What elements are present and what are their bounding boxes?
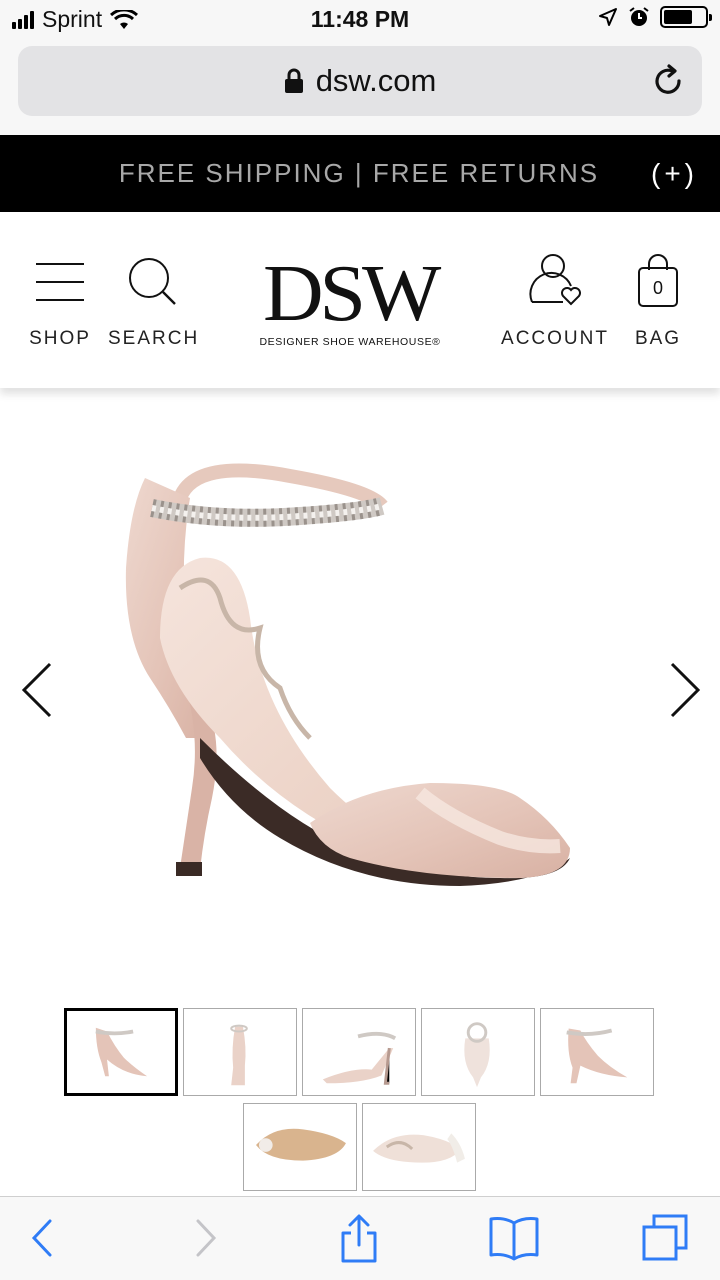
battery-icon	[660, 6, 712, 28]
dsw-logo[interactable]: DSW DESIGNER SHOE WAREHOUSE®	[257, 254, 443, 348]
thumbnail-7[interactable]	[362, 1103, 476, 1191]
browser-toolbar: dsw.com	[0, 40, 720, 135]
browser-bottom-toolbar	[0, 1196, 720, 1280]
thumbnail-3[interactable]	[302, 1008, 416, 1096]
product-gallery	[0, 388, 720, 998]
url-text: dsw.com	[315, 63, 437, 98]
search-icon	[129, 258, 176, 305]
share-icon[interactable]	[334, 1213, 384, 1263]
account-button[interactable]: ACCOUNT	[500, 212, 610, 388]
site-header: SHOP SEARCH DSW DESIGNER SHOE WAREHOUSE®…	[0, 212, 720, 388]
thumbnail-6[interactable]	[243, 1103, 357, 1191]
chevron-left-icon[interactable]	[18, 660, 58, 720]
bag-label: BAG	[634, 328, 682, 349]
hamburger-icon	[36, 263, 84, 301]
search-label: SEARCH	[108, 328, 200, 349]
address-bar[interactable]: dsw.com	[18, 46, 702, 116]
account-icon	[529, 254, 581, 306]
product-image	[125, 463, 570, 886]
thumbnail-4[interactable]	[421, 1008, 535, 1096]
bag-count: 0	[652, 278, 663, 298]
thumbnail-1[interactable]	[64, 1008, 178, 1096]
account-label: ACCOUNT	[501, 328, 609, 349]
reload-icon[interactable]	[650, 63, 686, 99]
promo-banner: FREE SHIPPING | FREE RETURNS (+)	[0, 135, 720, 212]
tabs-icon[interactable]	[640, 1213, 690, 1263]
logo-wordmark: DSW	[262, 250, 441, 338]
status-bar: Sprint 11:48 PM	[0, 0, 720, 40]
bookmarks-icon[interactable]	[488, 1213, 540, 1263]
shop-label: SHOP	[29, 328, 91, 349]
promo-expand-button[interactable]: (+)	[651, 135, 698, 212]
bag-button[interactable]: 0 BAG	[626, 212, 690, 388]
lock-icon	[284, 68, 303, 93]
search-button[interactable]: SEARCH	[108, 212, 200, 388]
shop-menu-button[interactable]: SHOP	[20, 212, 100, 388]
back-icon[interactable]	[20, 1213, 70, 1263]
status-right-group	[598, 6, 712, 28]
thumbnail-2[interactable]	[183, 1008, 297, 1096]
chevron-right-icon[interactable]	[664, 660, 704, 720]
forward-icon[interactable]	[178, 1213, 228, 1263]
location-icon	[599, 8, 617, 26]
alarm-icon	[629, 7, 649, 26]
promo-text: FREE SHIPPING | FREE RETURNS	[118, 158, 600, 188]
thumbnail-5[interactable]	[540, 1008, 654, 1096]
